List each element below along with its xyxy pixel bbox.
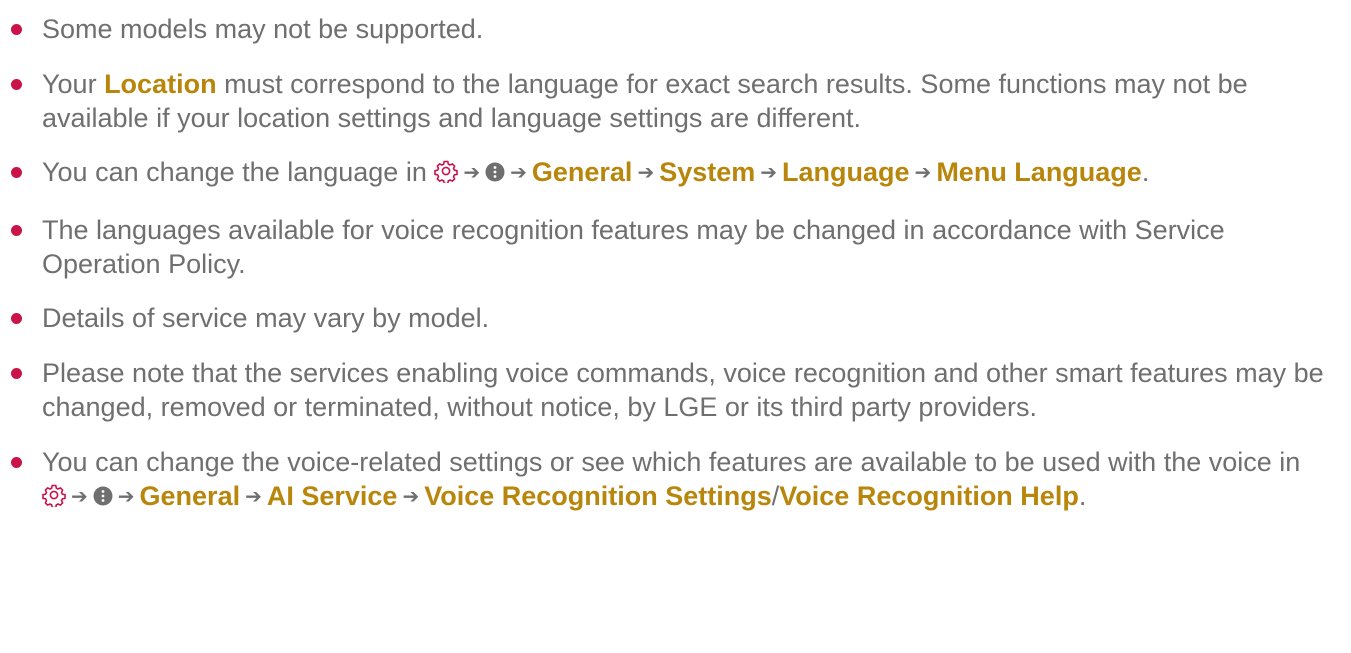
arrow-icon: ➔ <box>510 162 527 185</box>
ai-service-menu-link: AI Service <box>266 480 398 511</box>
note-text: must correspond to the language for exac… <box>42 68 1248 133</box>
note-service-details: Details of service may vary by model. <box>0 301 1351 335</box>
arrow-icon: ➔ <box>637 162 655 185</box>
more-options-icon <box>93 486 113 506</box>
bullet <box>11 167 22 179</box>
menu-language-link: Menu Language <box>936 157 1142 188</box>
note-text: You can change the language in <box>42 157 435 188</box>
note-text: Your <box>42 68 105 99</box>
gear-icon <box>434 160 459 184</box>
bullet <box>11 24 22 35</box>
note-voice-settings: You can change the voice-related setting… <box>0 445 1351 516</box>
voice-recognition-help-link: Voice Recognition Help <box>779 480 1079 511</box>
bullet <box>11 456 22 468</box>
bullet <box>11 367 22 379</box>
note-text: The languages available for voice recogn… <box>42 214 1225 279</box>
arrow-icon: ➔ <box>245 485 262 508</box>
arrow-icon: ➔ <box>402 485 420 508</box>
general-menu-link: General <box>531 157 633 188</box>
gear-icon <box>42 484 66 507</box>
note-text: . <box>1078 480 1087 511</box>
note-text: Please note that the services enabling v… <box>42 357 1324 422</box>
general-menu-link: General <box>139 480 241 511</box>
note-location: Your Location must correspond to the lan… <box>0 67 1351 135</box>
bullet <box>11 313 22 325</box>
note-text: You can change the voice-related setting… <box>42 446 1301 477</box>
arrow-icon: ➔ <box>463 162 481 185</box>
arrow-icon: ➔ <box>760 162 778 185</box>
system-menu-link: System <box>659 157 756 188</box>
arrow-icon: ➔ <box>914 162 932 185</box>
more-options-icon <box>485 162 505 182</box>
note-voice-languages: The languages available for voice recogn… <box>0 213 1351 281</box>
note-text: . <box>1141 157 1150 188</box>
arrow-icon: ➔ <box>71 485 88 508</box>
notes-list: Some models may not be supported. Your L… <box>0 12 1351 536</box>
arrow-icon: ➔ <box>117 485 135 508</box>
voice-recognition-settings-link: Voice Recognition Settings <box>424 480 772 511</box>
bullet <box>11 78 22 90</box>
language-menu-link: Language <box>782 157 910 188</box>
location-setting-link: Location <box>104 68 217 99</box>
bullet <box>11 224 22 236</box>
note-services-change: Please note that the services enabling v… <box>0 356 1351 424</box>
note-text: Details of service may vary by model. <box>42 303 490 334</box>
note-change-language: You can change the language in ➔ ➔ Genera… <box>0 155 1351 192</box>
note-models-support: Some models may not be supported. <box>0 12 1351 46</box>
note-text: Some models may not be supported. <box>42 14 484 44</box>
